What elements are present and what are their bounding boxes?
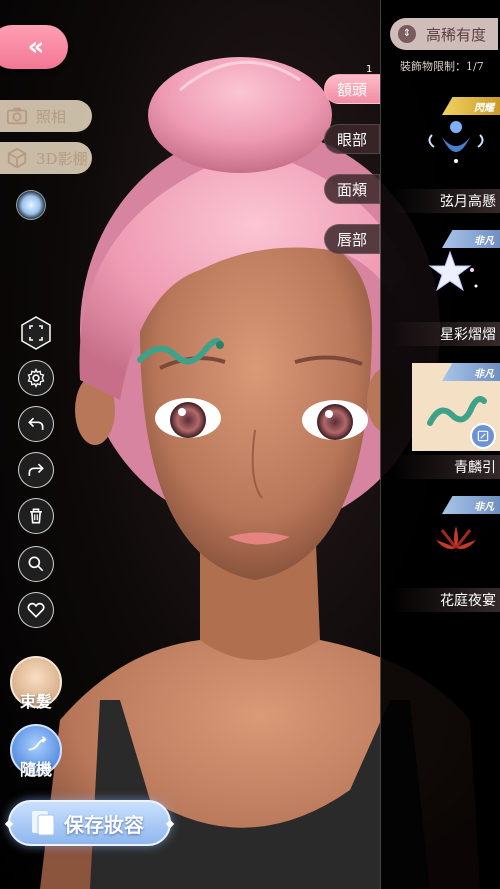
save-makeup-label: 保存妝容 (64, 812, 144, 837)
cube-icon (7, 147, 27, 169)
adjust-position-button[interactable] (470, 423, 496, 449)
tab-lips[interactable]: 唇部 (324, 224, 380, 254)
heart-icon (27, 602, 45, 618)
redo-icon (28, 463, 44, 476)
tab-lips-label: 唇部 (336, 230, 367, 249)
camera-icon (6, 107, 28, 125)
gear-icon (27, 368, 45, 388)
tab-forehead-count-badge: 1 (366, 64, 373, 75)
settings-button[interactable] (18, 360, 54, 396)
tab-forehead[interactable]: 額頭 (324, 74, 380, 104)
3d-studio-label: 3D影棚 (36, 149, 88, 168)
accessory-name-bar: 青麟引 (392, 455, 500, 479)
random-label: 隨機 (19, 760, 52, 779)
accessory-item[interactable]: 非凡 星彩熠熠 (392, 230, 500, 350)
redo-button[interactable] (18, 452, 54, 488)
3d-studio-button[interactable]: 3D影棚 (0, 142, 92, 174)
trash-icon (30, 508, 42, 524)
accessory-limit-text: 裝飾物限制：1/7 (400, 60, 484, 73)
undo-button[interactable] (18, 406, 54, 442)
tab-cheeks[interactable]: 面頰 (324, 174, 380, 204)
hair-bun-button[interactable]: 束髮 (10, 656, 62, 711)
double-chevron-left-icon: « (27, 32, 45, 62)
undo-icon (28, 417, 44, 430)
back-button[interactable]: « (0, 25, 68, 69)
photo-label: 照相 (36, 107, 67, 126)
sort-icon: ⇕ (398, 25, 416, 43)
accessory-item[interactable]: 非凡 花庭夜宴 (392, 496, 500, 616)
hair-bun-label: 束髮 (19, 692, 52, 711)
tab-cheeks-label: 面頰 (336, 180, 367, 199)
sort-label: 高稀有度 (426, 25, 487, 44)
zoom-button[interactable] (18, 546, 54, 582)
search-icon (28, 556, 44, 572)
tab-eyes-label: 眼部 (336, 130, 367, 149)
effect-orb-button[interactable] (16, 190, 46, 220)
tab-eyes[interactable]: 眼部 (324, 124, 380, 154)
favorite-button[interactable] (18, 592, 54, 628)
shuffle-icon (28, 736, 47, 751)
save-makeup-button[interactable]: 保存妝容 (4, 800, 175, 846)
fullscreen-icon (21, 316, 51, 350)
accessory-item-selected[interactable]: 非凡 青麟引 (392, 363, 500, 483)
accessory-name-bar: 星彩熠熠 (392, 322, 500, 346)
photo-button[interactable]: 照相 (0, 100, 92, 132)
fullscreen-button[interactable] (18, 315, 54, 351)
delete-button[interactable] (18, 498, 54, 534)
document-icon (32, 811, 55, 836)
accessory-name-bar: 弦月高懸 (392, 189, 500, 213)
tab-forehead-label: 額頭 (336, 80, 367, 99)
sort-rarity-button[interactable]: ⇕ 高稀有度 (390, 18, 498, 50)
accessory-name-bar: 花庭夜宴 (392, 588, 500, 612)
accessory-item[interactable]: 閃耀 弦月高懸 (392, 97, 500, 217)
adjust-icon (477, 430, 489, 442)
random-button[interactable]: 隨機 (10, 724, 62, 779)
